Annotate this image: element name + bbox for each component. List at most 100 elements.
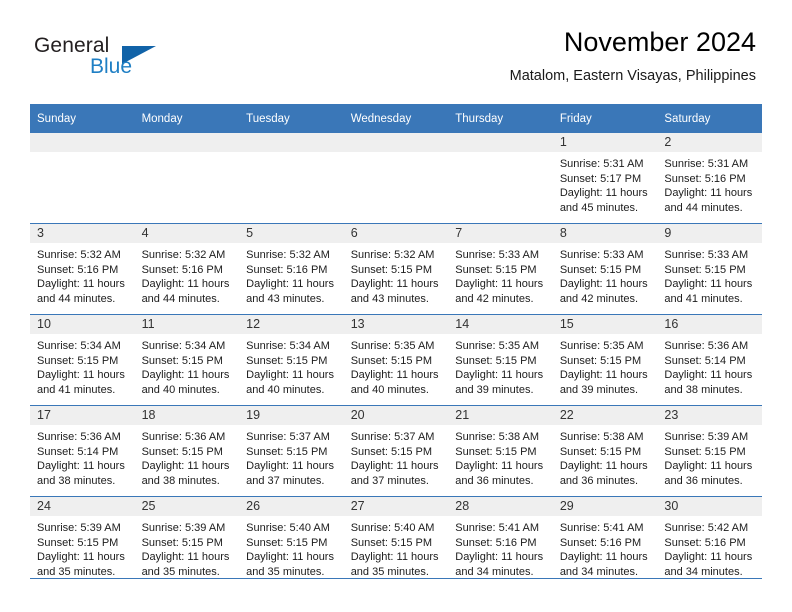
daylight-text: Daylight: 11 hours [664, 551, 753, 564]
sunset-text: Sunset: 5:15 PM [246, 445, 328, 458]
daylight-text: and 40 minutes. [141, 383, 220, 396]
daylight-text: and 39 minutes. [455, 383, 534, 396]
calendar-day-cell[interactable]: 30 Sunrise: 5:42 AM Sunset: 5:16 PM Dayligh… [657, 496, 762, 587]
calendar-day-cell[interactable]: 19 Sunrise: 5:37 AM Sunset: 5:15 PM Dayligh… [239, 405, 344, 497]
calendar-day-cell[interactable]: 11 Sunrise: 5:34 AM Sunset: 5:15 PM Dayligh… [134, 314, 240, 406]
day-sun-info: Sunrise: 5:33 AM Sunset: 5:15 PM Daylight:… [448, 243, 553, 306]
weekday-header-monday: Monday [134, 104, 240, 133]
day-number: 28 [448, 497, 553, 516]
calendar-day-cell[interactable]: 6 Sunrise: 5:32 AM Sunset: 5:15 PM Daylight… [343, 223, 449, 315]
daylight-text: and 37 minutes. [350, 474, 429, 487]
sunset-text: Sunset: 5:16 PM [664, 172, 746, 185]
day-number: 11 [134, 315, 240, 334]
sunrise-text: Sunrise: 5:38 AM [455, 431, 540, 443]
sunrise-text: Sunrise: 5:41 AM [559, 522, 644, 534]
calendar-day-cell[interactable]: 24 Sunrise: 5:39 AM Sunset: 5:15 PM Dayligh… [30, 496, 135, 587]
sunset-text: Sunset: 5:14 PM [37, 445, 119, 458]
daylight-text: Daylight: 11 hours [37, 369, 125, 382]
day-number: 23 [657, 406, 762, 425]
calendar-day-cell[interactable]: 1 Sunrise: 5:31 AM Sunset: 5:17 PM Daylight… [552, 133, 658, 224]
calendar-day-cell[interactable]: 15 Sunrise: 5:35 AM Sunset: 5:15 PM Dayligh… [552, 314, 658, 406]
day-number: 20 [343, 406, 449, 425]
daylight-text: and 38 minutes. [664, 383, 743, 396]
calendar-day-cell[interactable]: 5 Sunrise: 5:32 AM Sunset: 5:16 PM Daylight… [239, 223, 344, 315]
day-number: 14 [448, 315, 553, 334]
calendar-day-cell[interactable]: 9 Sunrise: 5:33 AM Sunset: 5:15 PM Daylight… [657, 223, 762, 315]
calendar-day-cell[interactable]: 25 Sunrise: 5:39 AM Sunset: 5:15 PM Dayligh… [134, 496, 240, 587]
daylight-text: Daylight: 11 hours [246, 551, 334, 564]
calendar-day-cell[interactable]: 28 Sunrise: 5:41 AM Sunset: 5:16 PM Dayligh… [448, 496, 553, 587]
daylight-text: and 40 minutes. [350, 383, 429, 396]
weekday-header-thursday: Thursday [448, 104, 553, 133]
calendar-page: General Blue November 2024 Matalom, East… [0, 0, 792, 612]
sunset-text: Sunset: 5:15 PM [664, 445, 746, 458]
sunrise-text: Sunrise: 5:35 AM [559, 340, 644, 352]
day-number: 6 [343, 224, 449, 243]
daylight-text: Daylight: 11 hours [559, 460, 648, 473]
day-sun-info: Sunrise: 5:31 AM Sunset: 5:16 PM Daylight:… [657, 152, 762, 215]
sunrise-text: Sunrise: 5:36 AM [664, 340, 749, 352]
calendar-day-cell[interactable]: 29 Sunrise: 5:41 AM Sunset: 5:16 PM Dayligh… [552, 496, 658, 587]
calendar-day-cell[interactable]: 4 Sunrise: 5:32 AM Sunset: 5:16 PM Daylight… [134, 223, 240, 315]
sunrise-text: Sunrise: 5:35 AM [350, 340, 435, 352]
calendar-header-row: Sunday Monday Tuesday Wednesday Thursday… [30, 104, 762, 133]
sunset-text: Sunset: 5:15 PM [350, 536, 433, 549]
calendar-day-cell[interactable]: 23 Sunrise: 5:39 AM Sunset: 5:15 PM Dayligh… [657, 405, 762, 497]
calendar-day-cell[interactable]: 7 Sunrise: 5:33 AM Sunset: 5:15 PM Daylight… [448, 223, 553, 315]
calendar-day-cell-empty [448, 133, 553, 224]
day-number: 21 [448, 406, 553, 425]
sunrise-text: Sunrise: 5:39 AM [37, 522, 121, 534]
calendar-day-cell[interactable]: 21 Sunrise: 5:38 AM Sunset: 5:15 PM Dayligh… [448, 405, 553, 497]
general-blue-logo[interactable]: General Blue [34, 34, 214, 86]
calendar-day-cell[interactable]: 18 Sunrise: 5:36 AM Sunset: 5:15 PM Dayligh… [134, 405, 240, 497]
day-sun-info: Sunrise: 5:33 AM Sunset: 5:15 PM Daylight:… [553, 243, 658, 306]
calendar-day-cell[interactable]: 13 Sunrise: 5:35 AM Sunset: 5:15 PM Dayligh… [343, 314, 449, 406]
daylight-text: Daylight: 11 hours [37, 278, 125, 291]
day-number: 25 [134, 497, 240, 516]
sunrise-text: Sunrise: 5:37 AM [350, 431, 435, 443]
day-sun-info: Sunrise: 5:40 AM Sunset: 5:15 PM Daylight:… [239, 516, 344, 579]
calendar-day-cell[interactable]: 12 Sunrise: 5:34 AM Sunset: 5:15 PM Dayligh… [239, 314, 344, 406]
day-number: 8 [552, 224, 658, 243]
sunset-text: Sunset: 5:15 PM [141, 536, 223, 549]
calendar-day-cell[interactable]: 22 Sunrise: 5:38 AM Sunset: 5:15 PM Dayligh… [552, 405, 658, 497]
day-number: 29 [552, 497, 658, 516]
sunset-text: Sunset: 5:14 PM [664, 354, 746, 367]
day-number [30, 133, 135, 152]
sunset-text: Sunset: 5:15 PM [455, 354, 537, 367]
sunset-text: Sunset: 5:16 PM [664, 536, 746, 549]
sunrise-text: Sunrise: 5:33 AM [559, 249, 644, 261]
daylight-text: and 36 minutes. [559, 474, 639, 487]
calendar-day-cell[interactable]: 3 Sunrise: 5:32 AM Sunset: 5:16 PM Daylight… [30, 223, 135, 315]
calendar-day-cell[interactable]: 17 Sunrise: 5:36 AM Sunset: 5:14 PM Dayligh… [30, 405, 135, 497]
day-sun-info: Sunrise: 5:38 AM Sunset: 5:15 PM Daylight:… [553, 425, 658, 488]
daylight-text: Daylight: 11 hours [350, 460, 439, 473]
calendar-day-cell[interactable]: 27 Sunrise: 5:40 AM Sunset: 5:15 PM Dayligh… [343, 496, 449, 587]
sunrise-text: Sunrise: 5:33 AM [455, 249, 540, 261]
day-number: 26 [239, 497, 344, 516]
sunset-text: Sunset: 5:15 PM [559, 445, 642, 458]
day-sun-info: Sunrise: 5:37 AM Sunset: 5:15 PM Daylight:… [239, 425, 344, 488]
calendar-day-cell[interactable]: 2 Sunrise: 5:31 AM Sunset: 5:16 PM Daylight… [657, 133, 762, 224]
calendar-day-cell[interactable]: 26 Sunrise: 5:40 AM Sunset: 5:15 PM Dayligh… [239, 496, 344, 587]
calendar-day-cell[interactable]: 8 Sunrise: 5:33 AM Sunset: 5:15 PM Daylight… [552, 223, 658, 315]
calendar-day-cell[interactable]: 16 Sunrise: 5:36 AM Sunset: 5:14 PM Dayligh… [657, 314, 762, 406]
sunrise-text: Sunrise: 5:36 AM [37, 431, 121, 443]
sunrise-text: Sunrise: 5:34 AM [37, 340, 121, 352]
day-sun-info: Sunrise: 5:39 AM Sunset: 5:15 PM Daylight:… [657, 425, 762, 488]
daylight-text: and 41 minutes. [37, 383, 116, 396]
day-number: 1 [552, 133, 658, 152]
daylight-text: Daylight: 11 hours [141, 278, 230, 291]
calendar-body: 1 Sunrise: 5:31 AM Sunset: 5:17 PM Daylight… [30, 133, 762, 587]
day-sun-info: Sunrise: 5:35 AM Sunset: 5:15 PM Daylight:… [553, 334, 658, 397]
calendar-day-cell[interactable]: 20 Sunrise: 5:37 AM Sunset: 5:15 PM Dayligh… [343, 405, 449, 497]
calendar-day-cell[interactable]: 14 Sunrise: 5:35 AM Sunset: 5:15 PM Dayligh… [448, 314, 553, 406]
daylight-text: Daylight: 11 hours [141, 551, 230, 564]
calendar-day-cell[interactable]: 10 Sunrise: 5:34 AM Sunset: 5:15 PM Dayligh… [30, 314, 135, 406]
weekday-header-saturday: Saturday [657, 104, 762, 133]
day-number: 15 [552, 315, 658, 334]
location-subtitle: Matalom, Eastern Visayas, Philippines [509, 68, 756, 84]
day-sun-info: Sunrise: 5:41 AM Sunset: 5:16 PM Daylight:… [448, 516, 553, 579]
day-number: 9 [657, 224, 762, 243]
daylight-text: Daylight: 11 hours [559, 551, 648, 564]
